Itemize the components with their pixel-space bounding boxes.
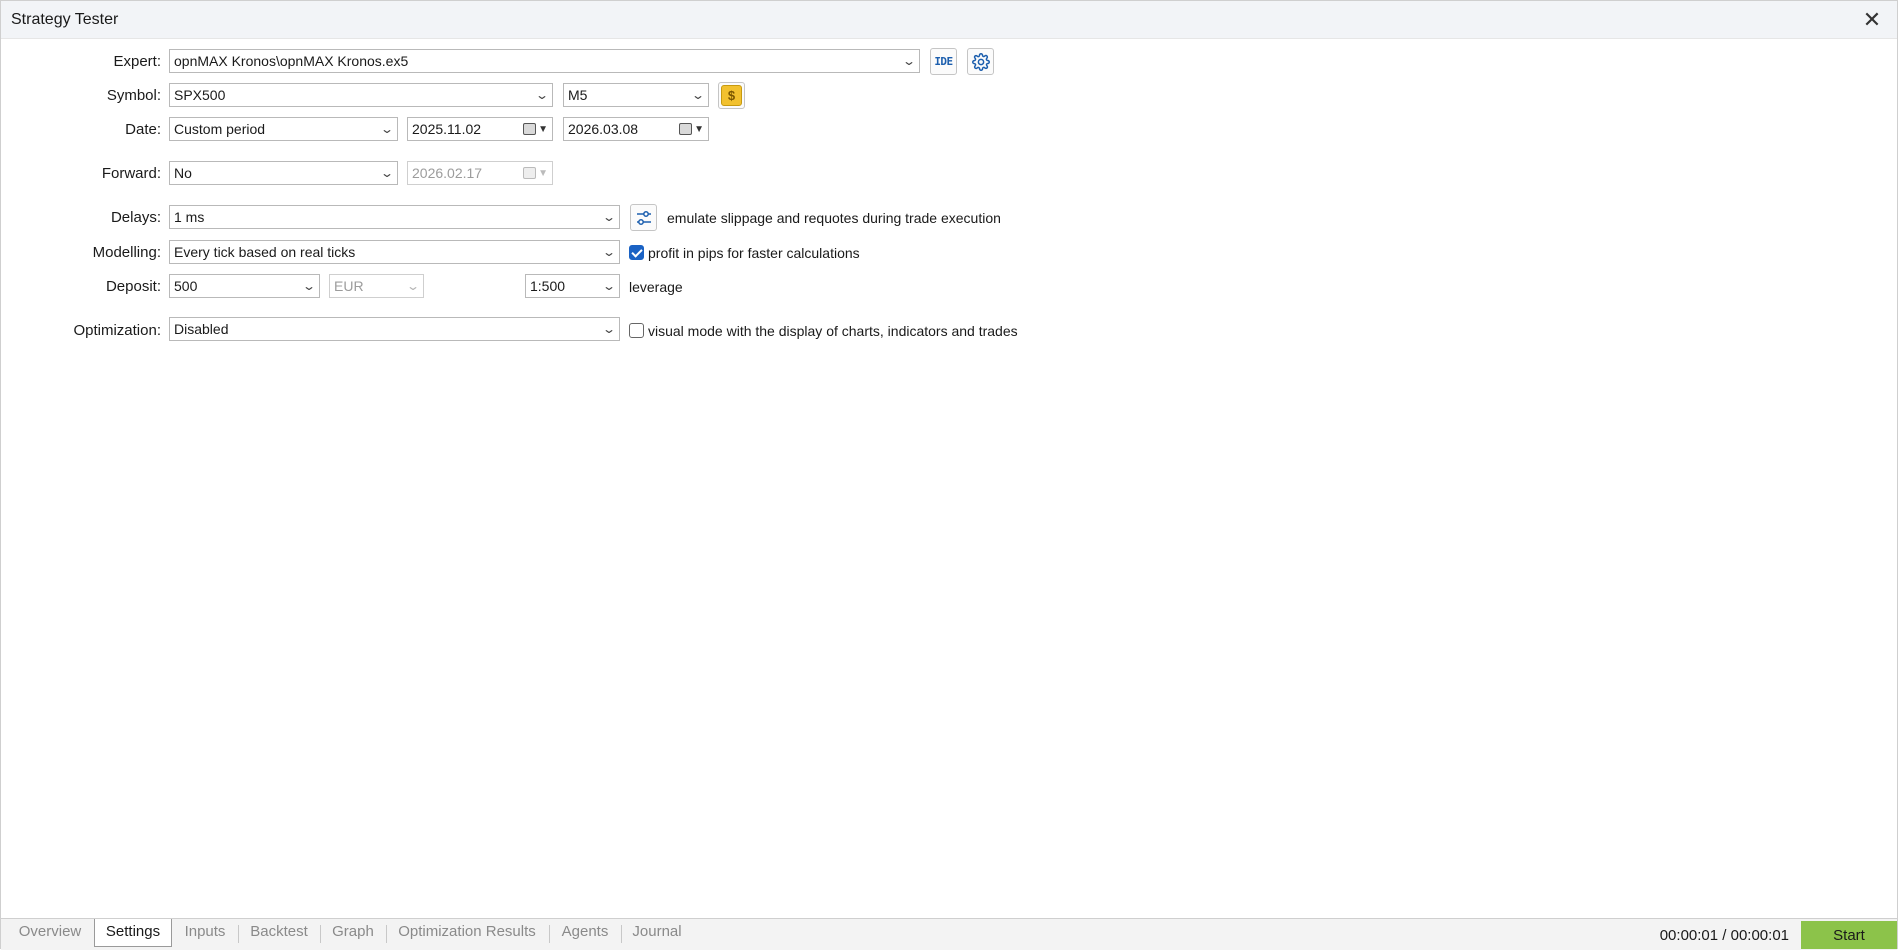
gear-icon[interactable] <box>967 48 994 75</box>
leverage-value: 1:500 <box>530 278 566 294</box>
chevron-down-icon: ⌄ <box>379 122 395 136</box>
bottom-tab-bar: Overview Settings Inputs Backtest Graph … <box>1 918 1897 950</box>
expert-select[interactable]: opnMAX Kronos\opnMAX Kronos.ex5 ⌄ <box>169 49 920 73</box>
forward-value: No <box>174 165 192 181</box>
tab-inputs[interactable]: Inputs <box>177 919 233 947</box>
modelling-value: Every tick based on real ticks <box>174 244 356 260</box>
elapsed-timer: 00:00:01 / 00:00:01 <box>1659 927 1789 944</box>
chevron-down-icon: ⌄ <box>601 210 617 224</box>
chevron-down-icon: ⌄ <box>601 245 617 259</box>
tab-divider <box>621 925 622 943</box>
optimization-value: Disabled <box>174 321 229 337</box>
date-to-value: 2026.03.08 <box>568 121 639 137</box>
date-from-value: 2025.11.02 <box>412 121 482 137</box>
symbol-select[interactable]: SPX500 ⌄ <box>169 83 553 107</box>
date-label: Date: <box>125 121 161 138</box>
visual-mode-checkbox[interactable] <box>629 323 644 338</box>
forward-select[interactable]: No ⌄ <box>169 161 398 185</box>
leverage-label: leverage <box>629 279 683 295</box>
tab-divider <box>386 925 387 943</box>
expert-label: Expert: <box>113 53 161 70</box>
date-period-select[interactable]: Custom period ⌄ <box>169 117 398 141</box>
forward-label: Forward: <box>101 165 161 182</box>
timeframe-select[interactable]: M5 ⌄ <box>563 83 709 107</box>
chevron-down-icon: ⌄ <box>301 279 317 293</box>
deposit-select[interactable]: 500 ⌄ <box>169 274 320 298</box>
tab-overview[interactable]: Overview <box>7 919 93 947</box>
calendar-icon <box>523 123 536 135</box>
delays-note: emulate slippage and requotes during tra… <box>667 210 1001 226</box>
tab-divider <box>238 925 239 943</box>
title-bar: Strategy Tester ✕ <box>1 1 1897 39</box>
modelling-label: Modelling: <box>92 244 161 261</box>
dollar-coin-icon: $ <box>721 85 742 106</box>
expert-value: opnMAX Kronos\opnMAX Kronos.ex5 <box>174 53 409 69</box>
tab-backtest[interactable]: Backtest <box>243 919 315 947</box>
currency-select: EUR ⌄ <box>329 274 424 298</box>
symbol-value: SPX500 <box>174 87 226 103</box>
optimization-label: Optimization: <box>73 322 161 339</box>
ide-button[interactable]: IDE <box>930 48 957 75</box>
deposit-value: 500 <box>174 278 198 294</box>
date-to-picker[interactable]: 2026.03.08 ▼ <box>563 117 709 141</box>
forward-date-picker: 2026.02.17 ▼ <box>407 161 553 185</box>
ide-label: IDE <box>934 55 953 68</box>
profit-in-pips-checkbox[interactable] <box>629 245 644 260</box>
dropdown-arrow-icon: ▼ <box>694 124 704 135</box>
chevron-down-icon: ⌄ <box>601 279 617 293</box>
date-from-picker[interactable]: 2025.11.02 ▼ <box>407 117 553 141</box>
tab-graph[interactable]: Graph <box>325 919 381 947</box>
chevron-down-icon: ⌄ <box>901 54 917 68</box>
calendar-icon <box>679 123 692 135</box>
symbol-label: Symbol: <box>106 87 161 104</box>
tab-settings[interactable]: Settings <box>94 919 172 947</box>
tab-divider <box>320 925 321 943</box>
tab-agents[interactable]: Agents <box>554 919 616 947</box>
start-button[interactable]: Start <box>1801 921 1897 949</box>
modelling-select[interactable]: Every tick based on real ticks ⌄ <box>169 240 620 264</box>
sliders-icon[interactable] <box>630 204 657 231</box>
close-icon[interactable]: ✕ <box>1859 7 1885 33</box>
chevron-down-icon: ⌄ <box>601 322 617 336</box>
dropdown-arrow-icon: ▼ <box>538 124 548 135</box>
delays-label: Delays: <box>110 209 161 226</box>
dropdown-arrow-icon: ▼ <box>538 168 548 179</box>
tab-divider <box>549 925 550 943</box>
calendar-icon <box>523 167 536 179</box>
date-period-value: Custom period <box>174 121 266 137</box>
delays-select[interactable]: 1 ms ⌄ <box>169 205 620 229</box>
chevron-down-icon: ⌄ <box>405 279 421 293</box>
currency-value: EUR <box>334 278 364 294</box>
tab-journal[interactable]: Journal <box>626 919 688 947</box>
delays-value: 1 ms <box>174 209 205 225</box>
leverage-select[interactable]: 1:500 ⌄ <box>525 274 620 298</box>
timeframe-value: M5 <box>568 87 588 103</box>
forward-date-value: 2026.02.17 <box>412 165 483 181</box>
tab-optimization-results[interactable]: Optimization Results <box>391 919 543 947</box>
chevron-down-icon: ⌄ <box>690 88 706 102</box>
optimization-select[interactable]: Disabled ⌄ <box>169 317 620 341</box>
chevron-down-icon: ⌄ <box>534 88 550 102</box>
deposit-label: Deposit: <box>105 278 161 295</box>
window-title: Strategy Tester <box>11 11 119 28</box>
chevron-down-icon: ⌄ <box>379 166 395 180</box>
symbol-spec-button[interactable]: $ <box>718 82 745 109</box>
strategy-tester-window: Strategy Tester ✕ Expert: opnMAX Kronos\… <box>0 0 1898 950</box>
visual-mode-label: visual mode with the display of charts, … <box>648 323 1018 339</box>
profit-in-pips-label: profit in pips for faster calculations <box>648 245 860 261</box>
